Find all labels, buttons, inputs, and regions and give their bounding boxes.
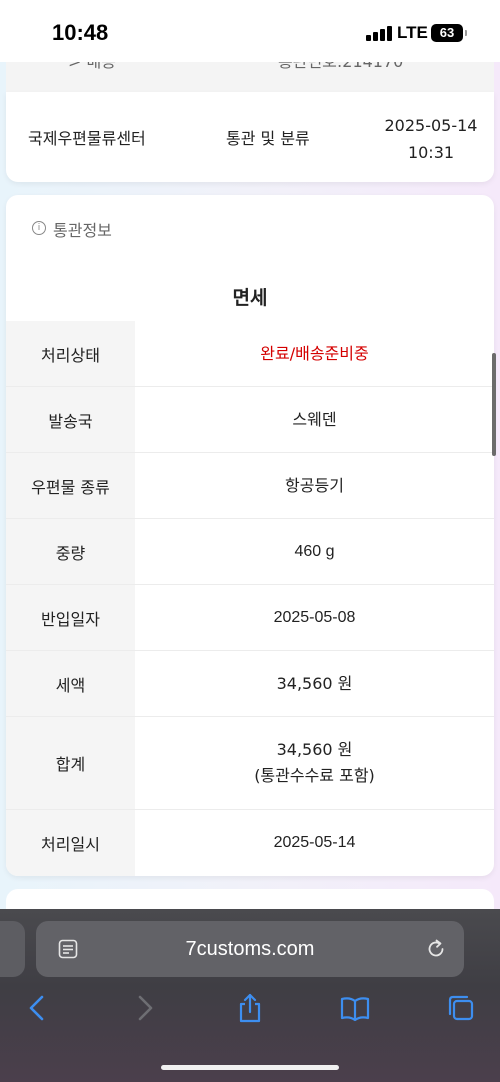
bookmarks-icon[interactable] [340, 993, 370, 1023]
row-label-weight: 중량 [6, 519, 135, 584]
total-amount: 34,560 원 [276, 740, 353, 759]
duty-status-title: 면세 [232, 287, 268, 309]
cellular-signal-icon [366, 25, 392, 41]
home-indicator [161, 1065, 339, 1070]
row-label-arrival-date: 반입일자 [6, 585, 135, 650]
tracking-status: 통관 및 분류 [226, 129, 310, 148]
table-row: 처리일시 2025-05-14 [6, 810, 494, 876]
customs-table: 처리상태 완료/배송준비중 발송국 스웨덴 우편물 종류 항공등기 중량 460… [6, 321, 494, 876]
status-time: 10:48 [52, 20, 109, 45]
row-label-origin: 발송국 [6, 387, 135, 452]
table-row: 발송국 스웨덴 [6, 387, 494, 453]
reader-icon[interactable] [58, 939, 78, 959]
previous-tab-preview[interactable] [0, 921, 25, 977]
back-icon[interactable] [22, 993, 52, 1023]
section-title: 통관정보 [53, 221, 112, 240]
tracking-time: 10:31 [407, 143, 455, 162]
page-scrollbar[interactable] [492, 353, 496, 456]
table-row: 중량 460 g [6, 519, 494, 585]
prev-row-col1: > 배송 [68, 62, 116, 72]
row-label-status: 처리상태 [6, 321, 135, 386]
row-value-status: 완료/배송준비중 [260, 343, 369, 363]
row-label-tax: 세액 [6, 651, 135, 716]
address-bar[interactable]: 7customs.com [36, 921, 464, 977]
forward-icon[interactable] [130, 993, 160, 1023]
reload-icon[interactable] [425, 938, 447, 960]
info-icon: i [32, 221, 46, 235]
row-value-total: 34,560 원 (통관수수료 포함) [135, 717, 494, 809]
tabs-icon[interactable] [446, 993, 476, 1023]
url-text[interactable]: 7customs.com [36, 921, 464, 977]
tracking-datetime: 2025-05-14 10:31 [376, 112, 486, 166]
battery-level: 63 [439, 25, 455, 40]
table-row: 세액 34,560 원 [6, 651, 494, 717]
row-value-origin: 스웨덴 [292, 409, 337, 429]
row-value-processed-date: 2025-05-14 [273, 834, 356, 851]
table-row: 합계 34,560 원 (통관수수료 포함) [6, 717, 494, 810]
row-value-weight: 460 g [294, 542, 335, 560]
row-label-processed-date: 처리일시 [6, 810, 135, 876]
share-icon[interactable] [235, 993, 265, 1023]
prev-row-col2: 통관번호:214170 [278, 62, 403, 72]
browser-toolbar: 7customs.com [0, 909, 500, 1082]
battery-icon: 63 [431, 24, 467, 42]
network-type: LTE [397, 23, 428, 42]
tracking-header-row: > 배송 통관번호:214170 [6, 62, 494, 92]
row-value-arrival-date: 2025-05-08 [273, 608, 356, 626]
status-bar: 10:48 LTE 63 [0, 0, 500, 62]
tracking-date: 2025-05-14 [384, 116, 478, 135]
customs-info-card: i 통관정보 면세 처리상태 완료/배송준비중 발송국 스웨덴 우편물 종류 항… [6, 195, 494, 876]
tracking-location: 국제우편물류센터 [28, 129, 146, 148]
row-value-mail-type: 항공등기 [285, 475, 344, 495]
row-value-tax: 34,560 원 [276, 673, 353, 693]
tracking-card: 국제우편물류센터 통관 및 분류 2025-05-14 10:31 [6, 92, 494, 182]
row-label-mail-type: 우편물 종류 [6, 453, 135, 518]
table-row: 처리상태 완료/배송준비중 [6, 321, 494, 387]
total-note: (통관수수료 포함) [254, 766, 375, 785]
table-row: 우편물 종류 항공등기 [6, 453, 494, 519]
row-label-total: 합계 [6, 717, 135, 809]
table-row: 반입일자 2025-05-08 [6, 585, 494, 651]
